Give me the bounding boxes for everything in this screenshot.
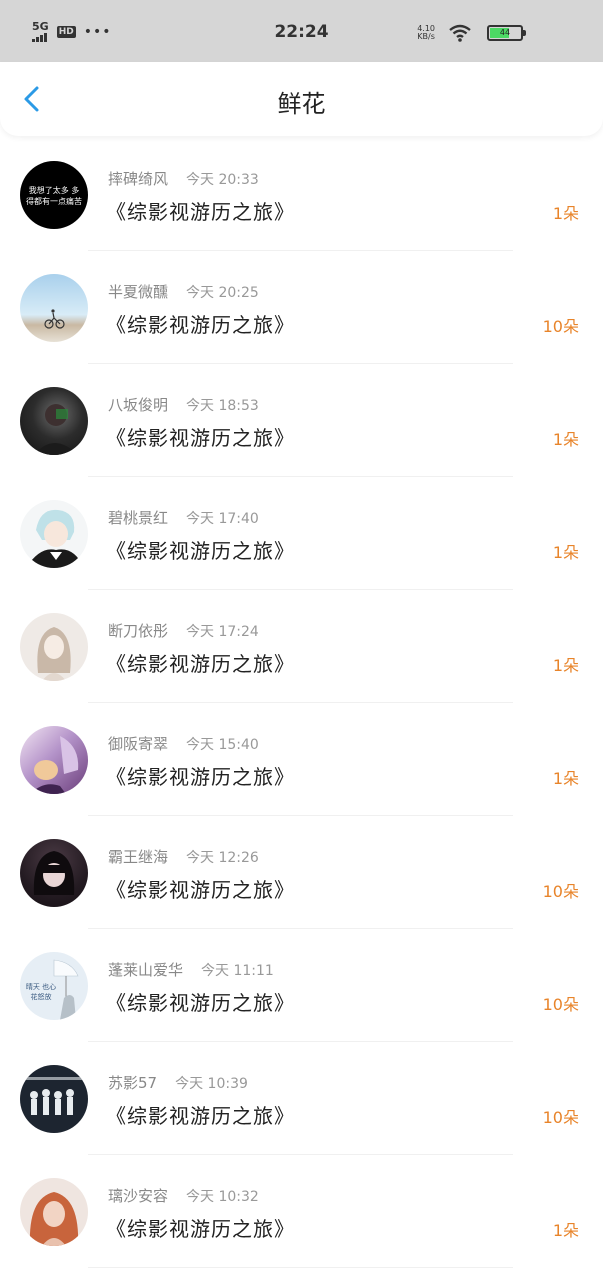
- user-info: 摔碑绮风 今天 20:33: [108, 168, 259, 189]
- flower-list: 我想了太多 多得都有一点痛苦 摔碑绮风 今天 20:33 《综影视游历之旅》 1朵…: [0, 138, 603, 1268]
- wifi-icon: [449, 24, 471, 42]
- timestamp: 今天 18:53: [186, 398, 259, 414]
- anime-character-icon: [33, 851, 75, 895]
- avatar[interactable]: [20, 726, 88, 794]
- user-info: 半夏微醺 今天 20:25: [108, 281, 259, 302]
- user-info: 断刀依彤 今天 17:24: [108, 620, 259, 641]
- user-info: 御阪寄翠 今天 15:40: [108, 733, 259, 754]
- anime-character-icon: [37, 627, 71, 681]
- user-name: 八坂俊明: [108, 396, 169, 414]
- flower-count: 1朵: [552, 1221, 579, 1240]
- timestamp: 今天 12:26: [186, 850, 259, 866]
- avatar-caption: 我想了太多 多得都有一点痛苦: [26, 186, 82, 206]
- nav-bar: 鲜花: [0, 62, 603, 136]
- flower-count: 10朵: [542, 882, 579, 901]
- user-info: 蓬莱山爱华 今天 11:11: [108, 959, 274, 980]
- anime-character-icon: [30, 736, 79, 794]
- status-bar: 5G HD ••• 22:24 4.10 KB/s 44: [0, 0, 603, 62]
- user-name: 苏影57: [108, 1074, 158, 1092]
- flower-count: 10朵: [542, 995, 579, 1014]
- flower-count: 1朵: [552, 543, 579, 562]
- book-title: 《综影视游历之旅》: [106, 878, 295, 902]
- user-info: 苏影57 今天 10:39: [108, 1072, 248, 1093]
- user-name: 断刀依彤: [108, 622, 169, 640]
- book-title: 《综影视游历之旅》: [106, 765, 295, 789]
- timestamp: 今天 11:11: [201, 963, 274, 979]
- book-title: 《综影视游历之旅》: [106, 539, 295, 563]
- portrait-icon: [29, 1192, 79, 1246]
- user-name: 碧桃景红: [108, 509, 169, 527]
- flower-count: 1朵: [552, 430, 579, 449]
- user-info: 霸王继海 今天 12:26: [108, 846, 259, 867]
- user-name: 霸王继海: [108, 848, 169, 866]
- flower-count: 1朵: [552, 769, 579, 788]
- book-title: 《综影视游历之旅》: [106, 1104, 295, 1128]
- user-info: 碧桃景红 今天 17:40: [108, 507, 259, 528]
- list-item[interactable]: 八坂俊明 今天 18:53 《综影视游历之旅》 1朵: [0, 364, 603, 477]
- timestamp: 今天 15:40: [186, 737, 259, 753]
- avatar[interactable]: [20, 1065, 88, 1133]
- list-item[interactable]: 苏影57 今天 10:39 《综影视游历之旅》 10朵: [0, 1042, 603, 1155]
- flower-count: 10朵: [542, 1108, 579, 1127]
- divider: [88, 1267, 513, 1268]
- timestamp: 今天 20:25: [186, 285, 259, 301]
- page-title: 鲜花: [277, 90, 326, 118]
- book-title: 《综影视游历之旅》: [106, 426, 295, 450]
- timestamp: 今天 10:32: [186, 1189, 259, 1205]
- book-title: 《综影视游历之旅》: [106, 200, 295, 224]
- user-info: 璃沙安容 今天 10:32: [108, 1185, 259, 1206]
- user-name: 半夏微醺: [108, 283, 169, 301]
- user-name: 蓬莱山爱华: [108, 961, 184, 979]
- book-title: 《综影视游历之旅》: [106, 991, 295, 1015]
- speed-unit: KB/s: [417, 32, 435, 41]
- avatar[interactable]: [20, 274, 88, 342]
- user-name: 璃沙安容: [108, 1187, 169, 1205]
- avatar-caption: 晴天 也心花怒放: [25, 983, 57, 1001]
- portrait-icon: [34, 404, 78, 455]
- user-name: 摔碑绮风: [108, 170, 169, 188]
- list-item[interactable]: 碧桃景红 今天 17:40 《综影视游历之旅》 1朵: [0, 477, 603, 590]
- timestamp: 今天 20:33: [186, 172, 259, 188]
- user-name: 御阪寄翠: [108, 735, 169, 753]
- battery-level: 44: [499, 28, 511, 37]
- book-title: 《综影视游历之旅》: [106, 652, 295, 676]
- book-title: 《综影视游历之旅》: [106, 313, 295, 337]
- avatar[interactable]: [20, 500, 88, 568]
- anime-character-icon: [26, 509, 84, 568]
- timestamp: 今天 10:39: [175, 1076, 248, 1092]
- flower-count: 10朵: [542, 317, 579, 336]
- avatar[interactable]: 晴天 也心花怒放: [20, 952, 88, 1020]
- flower-count: 1朵: [552, 656, 579, 675]
- avatar[interactable]: [20, 1178, 88, 1246]
- list-item[interactable]: 断刀依彤 今天 17:24 《综影视游历之旅》 1朵: [0, 590, 603, 703]
- timestamp: 今天 17:24: [186, 624, 259, 640]
- avatar[interactable]: 我想了太多 多得都有一点痛苦: [20, 161, 88, 229]
- flower-count: 1朵: [552, 204, 579, 223]
- list-item[interactable]: 霸王继海 今天 12:26 《综影视游历之旅》 10朵: [0, 816, 603, 929]
- battery-icon: 44: [487, 25, 526, 41]
- network-speed: 4.10 KB/s: [417, 25, 435, 41]
- list-item[interactable]: 晴天 也心花怒放 蓬莱山爱华 今天 11:11 《综影视游历之旅》 10朵: [0, 929, 603, 1042]
- status-right: 4.10 KB/s: [417, 24, 471, 42]
- group-silhouette-icon: [24, 1077, 84, 1115]
- list-item[interactable]: 我想了太多 多得都有一点痛苦 摔碑绮风 今天 20:33 《综影视游历之旅》 1朵: [0, 138, 603, 251]
- timestamp: 今天 17:40: [186, 511, 259, 527]
- bicycle-icon: [44, 309, 65, 329]
- list-item[interactable]: 璃沙安容 今天 10:32 《综影视游历之旅》 1朵: [0, 1155, 603, 1268]
- list-item[interactable]: 半夏微醺 今天 20:25 《综影视游历之旅》 10朵: [0, 251, 603, 364]
- avatar[interactable]: [20, 613, 88, 681]
- book-title: 《综影视游历之旅》: [106, 1217, 295, 1241]
- avatar[interactable]: [20, 387, 88, 455]
- avatar[interactable]: [20, 839, 88, 907]
- user-info: 八坂俊明 今天 18:53: [108, 394, 259, 415]
- list-item[interactable]: 御阪寄翠 今天 15:40 《综影视游历之旅》 1朵: [0, 703, 603, 816]
